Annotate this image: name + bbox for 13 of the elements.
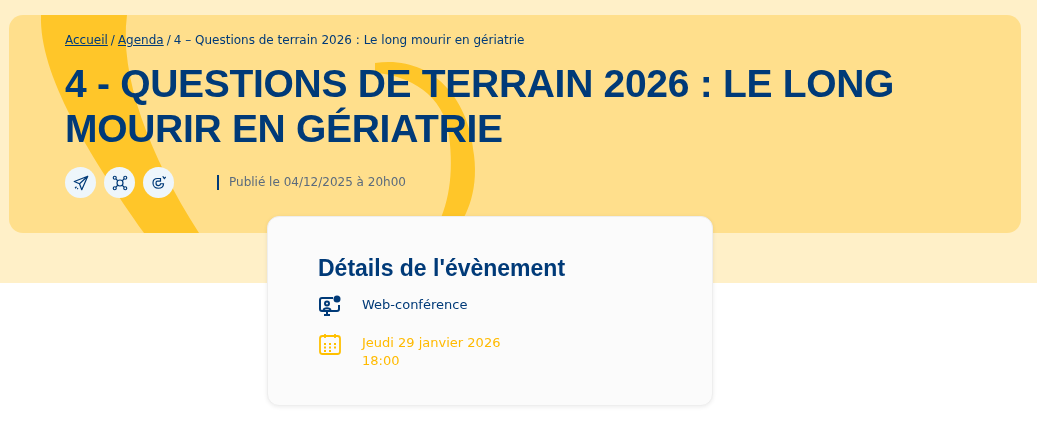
breadcrumb-link[interactable]: Agenda	[117, 33, 164, 47]
breadcrumb-current: 4 – Questions de terrain 2026 : Le long mourir en gériatrie	[173, 33, 525, 47]
breadcrumb-link[interactable]: Accueil	[65, 33, 108, 47]
breadcrumb-separator: /	[166, 33, 171, 47]
event-date: 18:00	[362, 352, 401, 370]
details-heading: Détails de l'évènement	[318, 255, 567, 282]
video-call-icon	[318, 294, 342, 318]
calendar-icon	[318, 332, 342, 356]
event-format: Web-conférence	[362, 296, 468, 314]
publish-date: Publié le 04/12/2025 à 20h00	[217, 175, 406, 190]
event-date: Jeudi 29 janvier 2026	[362, 334, 501, 352]
page-title: 4 - QUESTIONS DE TERRAIN 2026 : LE LONG MOURIR EN GÉRIATRIE	[65, 61, 896, 151]
breadcrumb-separator: /	[110, 33, 115, 47]
